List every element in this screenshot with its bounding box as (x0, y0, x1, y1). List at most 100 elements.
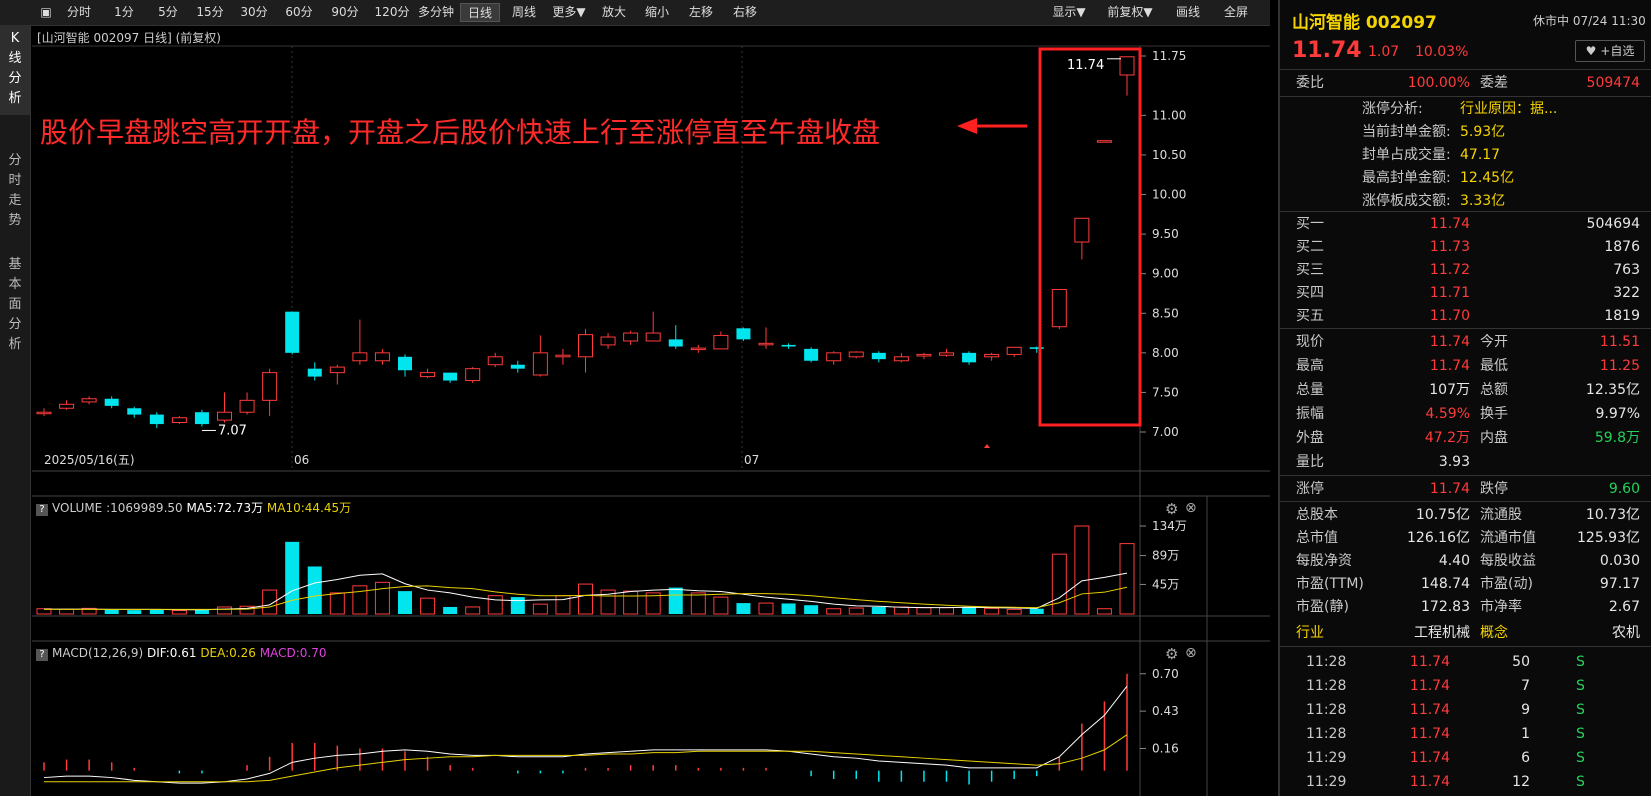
nav-intraday[interactable]: 分时走势 (0, 147, 30, 235)
toolbar-btn-4[interactable]: 30分 (234, 3, 274, 22)
nav-kline-analysis[interactable]: K线分析 (0, 25, 30, 115)
toolbar-btn-0[interactable]: 分时 (60, 3, 98, 22)
candle-body (532, 352, 548, 376)
candle-body (36, 411, 52, 415)
fundamental-value: 10.73亿 (1585, 507, 1640, 523)
bid-row: 买一 11.74 504694 (1280, 212, 1651, 236)
volume-bar (578, 583, 593, 615)
stat-label: 最高 (1296, 358, 1324, 374)
volume-bar (668, 587, 683, 614)
close-icon[interactable]: ⊗ (1185, 645, 1197, 661)
add-watchlist-button[interactable]: ♥ +自选 (1575, 40, 1645, 62)
price-tick-label: 8.00 (1152, 346, 1179, 360)
macd-dif: DIF:0.61 (146, 646, 197, 660)
toolbar-right-btn-1[interactable]: 前复权▼ (1100, 3, 1160, 22)
settings-icon[interactable]: ⚙ (1165, 500, 1178, 518)
toolbar-btn-7[interactable]: 120分 (370, 3, 414, 22)
volume-bar (623, 590, 639, 615)
help-icon[interactable]: ? (36, 649, 48, 661)
date-label: 06 (294, 453, 309, 467)
fundamental-value: 172.83 (1421, 599, 1470, 615)
bid-volume: 1819 (1604, 308, 1640, 324)
toolbar-btn-5[interactable]: 60分 (278, 3, 320, 22)
toolbar-btn-11[interactable]: 更多▼ (547, 3, 591, 22)
toolbar-btn-14[interactable]: 左移 (680, 3, 722, 22)
candle-body (104, 398, 119, 406)
limit-analysis-value: 47.17 (1460, 147, 1501, 163)
fundamental-value: 125.93亿 (1577, 530, 1640, 546)
close-icon[interactable]: ⊗ (1185, 500, 1197, 516)
price-tick-label: 11.75 (1152, 49, 1186, 63)
candle-body (487, 356, 503, 366)
stat-label: 振幅 (1296, 406, 1324, 422)
tick-row: 11:28 11.74 1 S (1280, 722, 1651, 746)
macd-header: ? MACD(12,26,9) DIF:0.61 DEA:0.26 MACD:0.… (32, 643, 1270, 663)
stat-value: 47.2万 (1424, 430, 1470, 446)
candle-body (871, 352, 886, 360)
candle-body (398, 356, 412, 371)
toolbar-icon[interactable]: ▣ (38, 3, 54, 22)
candle-body (171, 417, 187, 424)
candle-body (217, 411, 232, 421)
fundamental-label: 总市值 (1296, 530, 1338, 546)
fundamental-value: 126.16亿 (1407, 530, 1470, 546)
toolbar-btn-3[interactable]: 15分 (190, 3, 230, 22)
period-toolbar: ▣ 分时 1分 5分 15分 30分 60分 90分 120分 多分钟 日线 周线 更多▼ 放大 缩小 左移… (0, 0, 1270, 26)
help-icon[interactable]: ? (36, 504, 48, 516)
toolbar-btn-13[interactable]: 缩小 (636, 3, 678, 22)
candle-body (1119, 56, 1135, 76)
volume-bar (217, 606, 232, 615)
bid-price: 11.71 (1429, 285, 1470, 301)
settings-icon[interactable]: ⚙ (1165, 645, 1178, 663)
tick-row: 11:28 11.74 9 S (1280, 698, 1651, 722)
toolbar-right-btn-0[interactable]: 显示▼ (1045, 3, 1093, 22)
toolbar-btn-15[interactable]: 右移 (724, 3, 766, 22)
tick-price: 11.74 (1409, 702, 1450, 718)
fundamental-label: 每股净资 (1296, 553, 1352, 569)
concept-value[interactable]: 农机 (1540, 621, 1640, 645)
fundamental-label: 流通市值 (1480, 530, 1536, 546)
bid-price: 11.73 (1429, 239, 1470, 255)
limit-analysis-value[interactable]: 行业原因：据... (1460, 97, 1557, 121)
candle-body (149, 414, 164, 425)
toolbar-btn-6[interactable]: 90分 (324, 3, 366, 22)
bid-row: 买五 11.70 1819 (1280, 304, 1651, 328)
tick-side: S (1576, 750, 1585, 766)
volume-bar (984, 607, 1000, 615)
annotation-box (1038, 47, 1142, 427)
candle-body (690, 347, 706, 351)
volume-bar (149, 609, 164, 614)
stat-value: 11.74 (1429, 358, 1470, 374)
bid-label: 买五 (1296, 308, 1324, 324)
bid-volume: 504694 (1586, 216, 1640, 232)
candle-body (59, 403, 75, 409)
toolbar-btn-9[interactable]: 日线 (460, 3, 500, 22)
toolbar-btn-1[interactable]: 1分 (104, 3, 144, 22)
toolbar-btn-8[interactable]: 多分钟 (414, 3, 458, 22)
tick-volume: 50 (1512, 654, 1530, 670)
industry-value[interactable]: 工程机械 (1370, 621, 1470, 645)
quote-panel: 山河智能 002097 休市中 07/24 11:30 11.74 1.07 1… (1278, 0, 1651, 796)
toolbar-right-btn-2[interactable]: 画线 (1168, 3, 1208, 22)
limit-up-label: 涨停 (1296, 481, 1324, 497)
stat-value: 3.93 (1438, 454, 1470, 470)
fundamental-value: 148.74 (1421, 576, 1470, 592)
candle-body (916, 353, 932, 357)
tick-volume: 1 (1521, 726, 1530, 742)
volume-bar (443, 606, 458, 614)
toolbar-btn-12[interactable]: 放大 (593, 3, 635, 22)
toolbar-btn-10[interactable]: 周线 (503, 3, 545, 22)
stat-label: 总额 (1480, 382, 1508, 398)
volume-label: VOLUME (52, 501, 103, 515)
candle-body (194, 412, 209, 425)
toolbar-btn-2[interactable]: 5分 (148, 3, 188, 22)
tick-price: 11.74 (1409, 750, 1450, 766)
toolbar-right-btn-3[interactable]: 全屏 (1214, 3, 1258, 22)
stat-label: 今开 (1480, 334, 1508, 350)
price-tick-label: 7.00 (1152, 425, 1179, 439)
tick-side: S (1576, 726, 1585, 742)
candle-body (623, 332, 639, 342)
volume-bar (893, 606, 909, 615)
candle-body (1051, 289, 1067, 328)
nav-fundamentals[interactable]: 基本面分析 (0, 251, 30, 363)
